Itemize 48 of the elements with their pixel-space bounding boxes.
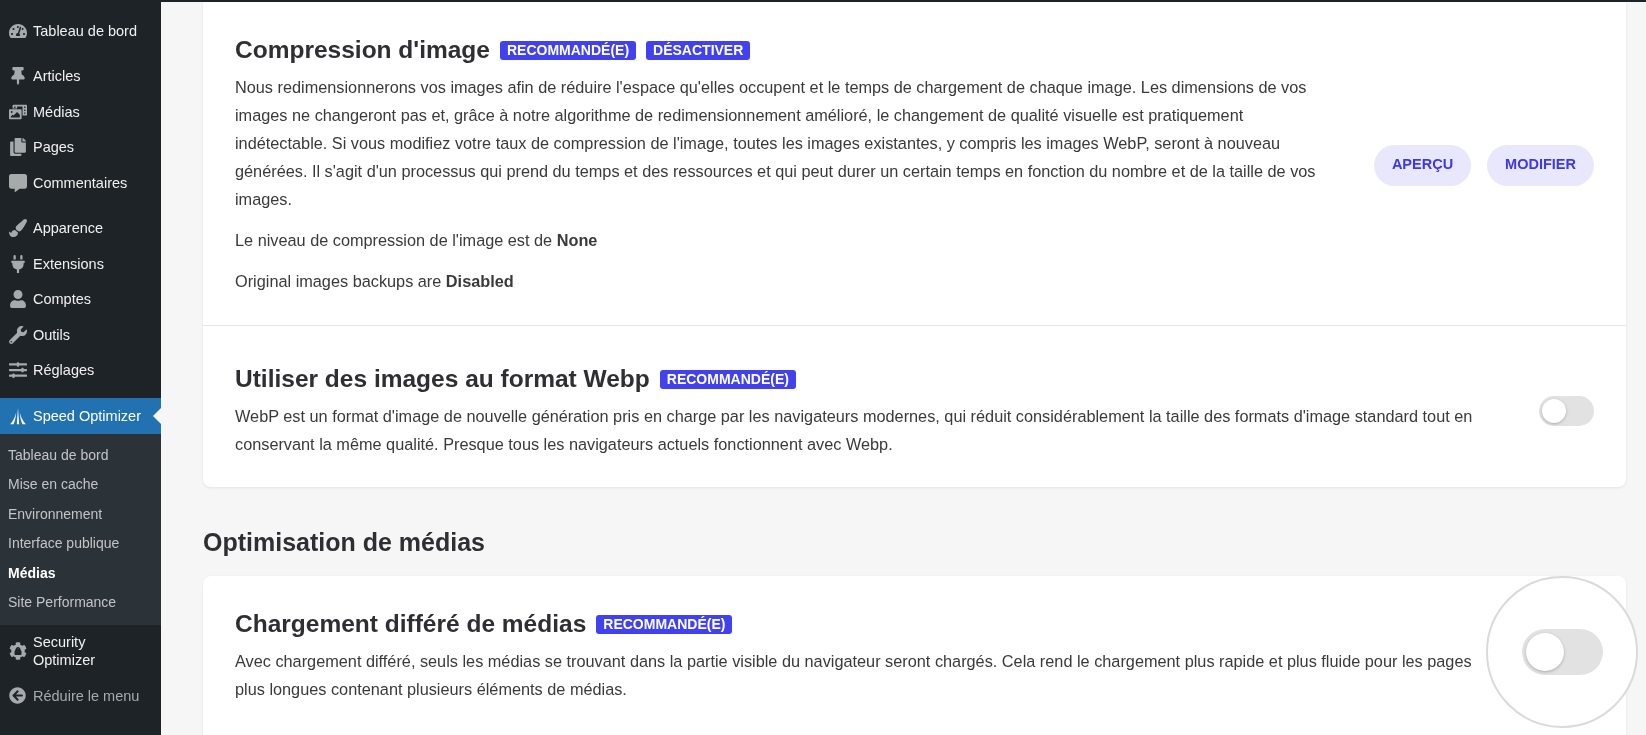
menu-item[interactable]: Articles	[0, 58, 161, 94]
collapse-menu-button[interactable]: Réduire le menu	[0, 678, 161, 714]
action-button[interactable]: APERÇU	[1373, 144, 1472, 186]
user-icon	[9, 290, 27, 309]
group-heading: Optimisation de médias	[203, 527, 486, 557]
menu-item[interactable]: Outils	[0, 317, 161, 353]
label-badge: RECOMMANDÉ(E)	[596, 614, 733, 634]
gear-lock-icon	[9, 642, 27, 661]
submenu-item[interactable]: Environnement	[0, 499, 161, 529]
menu-item[interactable]: Comptes	[0, 281, 161, 317]
submenu-item[interactable]: Mise en cache	[0, 470, 161, 500]
submenu-item[interactable]: Tableau de bord	[0, 440, 161, 470]
menu-item[interactable]: Tableau de bord	[0, 13, 161, 49]
sliders-icon	[9, 361, 27, 380]
menu-item[interactable]: Pages	[0, 129, 161, 165]
pages-icon	[9, 138, 27, 157]
description-text: Original images backups are Disabled	[235, 271, 515, 292]
submenu-item[interactable]: Médias	[0, 558, 161, 588]
menu-item[interactable]: Security Optimizer	[0, 624, 161, 678]
menu-item[interactable]: Médias	[0, 94, 161, 130]
label-badge: RECOMMANDÉ(E)	[659, 369, 796, 389]
media-icon	[9, 102, 27, 121]
toggle-switch[interactable]	[1521, 629, 1603, 675]
paintbrush-icon	[9, 219, 27, 238]
gauge-icon	[9, 21, 27, 40]
menu-item[interactable]: Extensions	[0, 246, 161, 282]
toggle-switch[interactable]	[1539, 396, 1594, 426]
menu-item[interactable]: Speed Optimizer	[0, 398, 161, 434]
pointer-icon	[153, 407, 161, 424]
comment-icon	[9, 173, 27, 192]
description-text: Avec chargement différé, seuls les médias se trouvant dans la partie visible du navigateur seront chargés. Cela rend le chargement plus rapide et plus fluide pour les pages plus longues contenant plusieurs éléments de médias.	[235, 651, 1473, 700]
section-title: Chargement différé de médias	[235, 609, 587, 639]
menu-item[interactable]: Commentaires	[0, 165, 161, 201]
section-title: Utiliser des images au format Webp	[235, 364, 650, 394]
label-badge: RECOMMANDÉ(E)	[499, 40, 637, 60]
description-text: Le niveau de compression de l'image est de None	[235, 230, 599, 251]
submenu-item[interactable]: Site Performance	[0, 588, 161, 618]
plug-icon	[9, 254, 27, 273]
menu-item[interactable]: Réglages	[0, 352, 161, 388]
submenu-item[interactable]: Interface publique	[0, 529, 161, 559]
action-button[interactable]: MODIFIER	[1487, 144, 1594, 186]
description-text: Nous redimensionnerons vos images afin de réduire l'espace qu'elles occupent et le temps de chargement de chaque image. Les dimensions de vos images ne changeront pas et, grâce à notre algorithme de redimensionnement amélioré, le changement de qualité visuelle est pratiquement indétectable. Si vous modifiez votre taux de compression de l'image, toutes les images existantes, y compris les images WebP, seront à nouveau générées. Il s'agit d'un processus qui prend du temps et des ressources et qui peut durer un certain temps en fonction du nombre et de la taille de vos images.	[235, 77, 1317, 210]
wrench-icon	[9, 325, 27, 344]
menu-item[interactable]: Apparence	[0, 210, 161, 246]
description-text: WebP est un format d'image de nouvelle génération pris en charge par les navigateurs modernes, qui réduit considérablement la taille des formats d'image standard tout en conservant la même qualité. Presque tous les navigateurs actuels fonctionnent avec Webp.	[235, 406, 1474, 455]
section-title: Compression d'image	[235, 35, 490, 65]
label-badge: DÉSACTIVER	[646, 40, 751, 60]
pin-icon	[9, 67, 27, 86]
